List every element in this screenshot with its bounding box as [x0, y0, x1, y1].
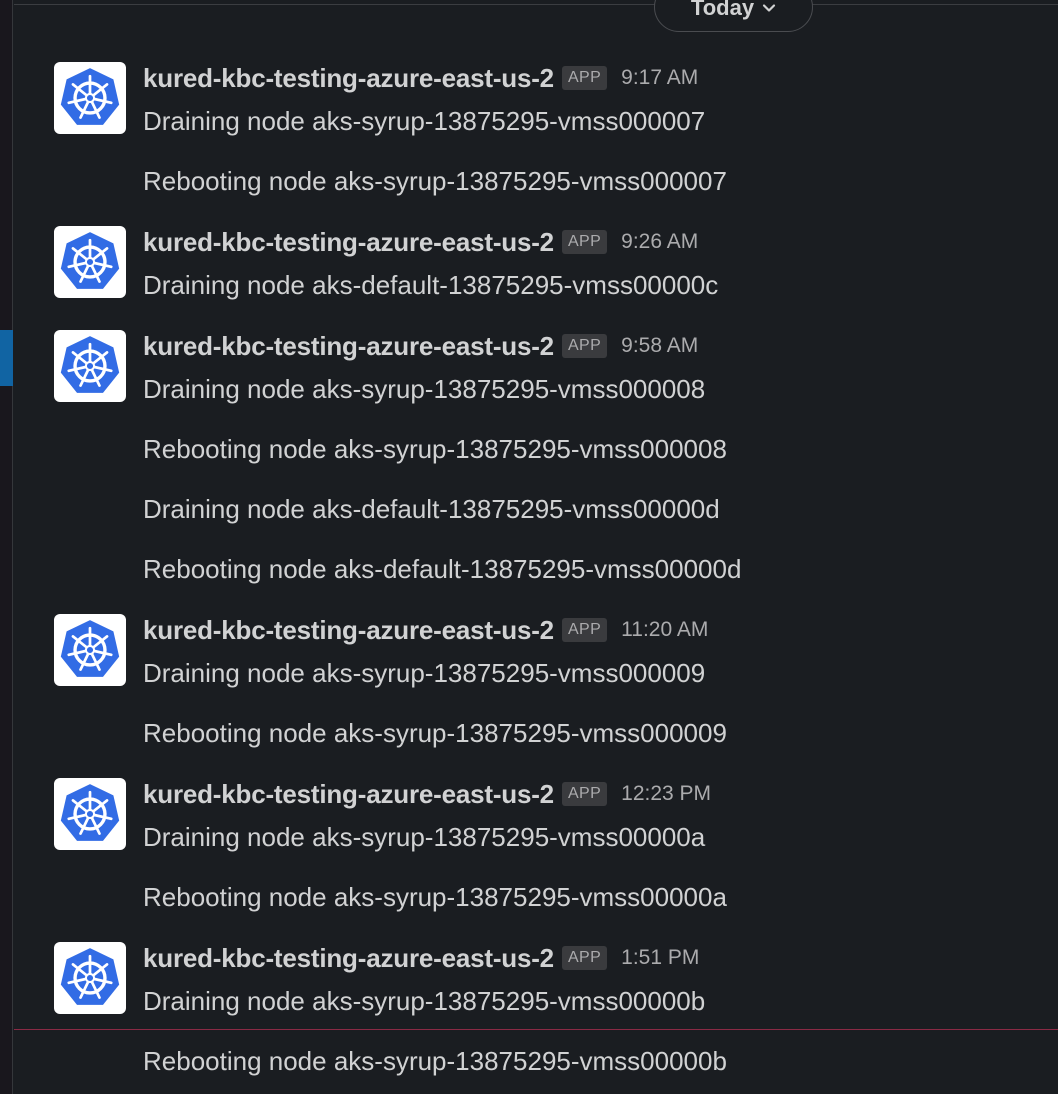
sender-name[interactable]: kured-kbc-testing-azure-east-us-2 [143, 227, 554, 258]
message-timestamp[interactable]: 9:17 AM [621, 66, 698, 90]
message-header: kured-kbc-testing-azure-east-us-2 APP 12… [143, 778, 711, 810]
message-text: Draining node aks-default-13875295-vmss0… [143, 270, 719, 300]
bot-avatar[interactable] [54, 226, 126, 298]
bot-avatar[interactable] [54, 330, 126, 402]
day-divider-line [14, 4, 1058, 5]
date-divider-label: Today [690, 0, 755, 20]
app-badge: APP [561, 334, 608, 358]
kubernetes-icon [60, 68, 120, 125]
message-text: Rebooting node aks-syrup-13875295-vmss00… [143, 1046, 727, 1076]
message-text: Rebooting node aks-default-13875295-vmss… [143, 554, 742, 584]
sidebar-edge [0, 0, 13, 1094]
app-badge: APP [561, 66, 608, 90]
message-timestamp[interactable]: 12:23 PM [621, 782, 711, 806]
kubernetes-icon [60, 232, 120, 289]
sender-name[interactable]: kured-kbc-testing-azure-east-us-2 [143, 779, 554, 810]
bot-avatar[interactable] [54, 62, 126, 134]
message-text: Draining node aks-syrup-13875295-vmss000… [143, 986, 706, 1016]
kubernetes-icon [60, 784, 120, 841]
message-text: Rebooting node aks-syrup-13875295-vmss00… [143, 166, 727, 196]
app-badge: APP [561, 618, 608, 642]
message-timestamp[interactable]: 9:26 AM [621, 230, 698, 254]
bot-avatar[interactable] [54, 614, 126, 686]
message-text: Rebooting node aks-syrup-13875295-vmss00… [143, 718, 727, 748]
message-timestamp[interactable]: 11:20 AM [621, 618, 708, 642]
sender-name[interactable]: kured-kbc-testing-azure-east-us-2 [143, 331, 554, 362]
app-badge: APP [561, 946, 608, 970]
message-header: kured-kbc-testing-azure-east-us-2 APP 9:… [143, 62, 698, 94]
message-text: Draining node aks-syrup-13875295-vmss000… [143, 106, 706, 136]
message-text: Draining node aks-syrup-13875295-vmss000… [143, 374, 706, 404]
sender-name[interactable]: kured-kbc-testing-azure-east-us-2 [143, 63, 554, 94]
message-timestamp[interactable]: 9:58 AM [621, 334, 698, 358]
chevron-down-icon [762, 4, 776, 12]
app-badge: APP [561, 230, 608, 254]
kubernetes-icon [60, 336, 120, 393]
sender-name[interactable]: kured-kbc-testing-azure-east-us-2 [143, 943, 554, 974]
bot-avatar[interactable] [54, 942, 126, 1014]
message-text: Rebooting node aks-syrup-13875295-vmss00… [143, 882, 727, 912]
message-text: Draining node aks-syrup-13875295-vmss000… [143, 658, 706, 688]
bot-avatar[interactable] [54, 778, 126, 850]
message-header: kured-kbc-testing-azure-east-us-2 APP 11… [143, 614, 708, 646]
message-header: kured-kbc-testing-azure-east-us-2 APP 1:… [143, 942, 699, 974]
message-header: kured-kbc-testing-azure-east-us-2 APP 9:… [143, 226, 698, 258]
message-text: Draining node aks-default-13875295-vmss0… [143, 494, 720, 524]
message-text: Draining node aks-syrup-13875295-vmss000… [143, 822, 706, 852]
message-text: Rebooting node aks-syrup-13875295-vmss00… [143, 434, 727, 464]
sender-name[interactable]: kured-kbc-testing-azure-east-us-2 [143, 615, 554, 646]
message-timestamp[interactable]: 1:51 PM [621, 946, 699, 970]
app-badge: APP [561, 782, 608, 806]
message-header: kured-kbc-testing-azure-east-us-2 APP 9:… [143, 330, 698, 362]
new-messages-divider [14, 1029, 1058, 1030]
kubernetes-icon [60, 620, 120, 677]
date-divider-button[interactable]: Today [654, 0, 813, 32]
kubernetes-icon [60, 948, 120, 1005]
sidebar-active-indicator [0, 330, 13, 386]
